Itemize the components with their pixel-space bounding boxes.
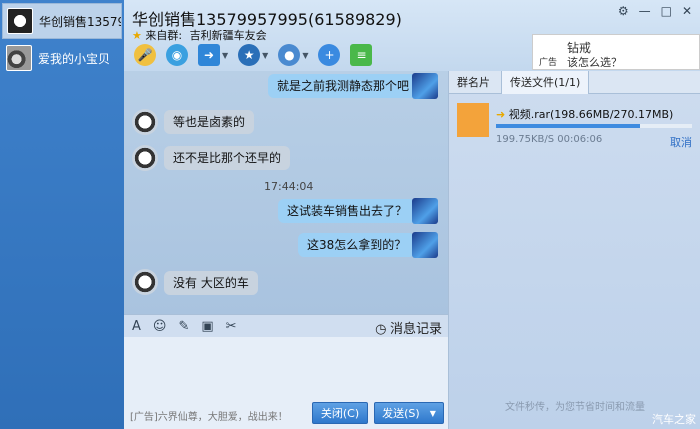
message-bubble: 这38怎么拿到的？ <box>298 233 416 257</box>
avatar[interactable] <box>132 269 158 295</box>
minimize-icon[interactable]: — <box>639 4 651 18</box>
group-member-icon[interactable]: ● <box>278 44 301 66</box>
chevron-down-icon[interactable]: ▼ <box>302 51 308 60</box>
send-button[interactable]: 发送(S) ▼ <box>374 402 444 424</box>
chat-header: 华创销售13579957995(61589829) ★ 来自群: 吉利新疆车友会… <box>124 0 700 71</box>
avatar[interactable] <box>132 109 158 135</box>
close-icon[interactable]: ✕ <box>682 4 692 18</box>
file-icon <box>457 103 489 137</box>
close-button[interactable]: 关闭(C) <box>312 402 368 424</box>
video-icon[interactable]: ◉ <box>166 44 188 66</box>
avatar[interactable] <box>412 232 438 258</box>
progress-fill <box>496 124 641 128</box>
chevron-down-icon[interactable]: ▼ <box>430 409 436 418</box>
contact-name: 爱我的小宝贝 <box>38 51 111 66</box>
ad-text[interactable]: [广告]六界仙尊，大胆爱，战出来！ <box>130 408 288 423</box>
group-name[interactable]: 吉利新疆车友会 <box>190 29 267 42</box>
side-panel: 群名片 传送文件(1/1) ➜ 视频.rar(198.66MB/270.17MB… <box>448 71 700 429</box>
message-area: 就是之前我测静态那个吧 等也是卤素的 还不是比那个还早的 17:44:04 这试… <box>124 71 448 314</box>
toolbar: 🎤 ◉ ➜ ▼ ★ ▼ ● ▼ + ≡ <box>134 44 373 66</box>
image-icon[interactable]: ▣ <box>201 319 213 334</box>
contact-item-2[interactable]: 爱我的小宝贝 <box>2 40 122 76</box>
message-bubble: 这试装车销售出去了？ <box>278 199 417 223</box>
watermark: 汽车之家 <box>652 413 696 426</box>
app-icon[interactable]: ≡ <box>350 44 373 66</box>
cancel-link[interactable]: 取消 <box>670 134 692 150</box>
contact-list: 华创销售13579957995 爱我的小宝贝 <box>0 0 124 429</box>
font-icon[interactable]: A <box>132 319 141 334</box>
message-input[interactable]: [广告]六界仙尊，大胆爱，战出来！ 关闭(C) 发送(S) ▼ <box>124 337 448 429</box>
tab-file-transfer[interactable]: 传送文件(1/1) <box>501 71 590 94</box>
send-file-icon[interactable]: ➜ <box>198 44 220 66</box>
contact-name: 华创销售13579957995 <box>39 14 121 29</box>
remote-assist-icon[interactable]: ★ <box>238 44 261 66</box>
timestamp: 17:44:04 <box>264 180 314 193</box>
input-toolbar: A ☺ ✎ ▣ ✂ ◷ 消息记录 <box>124 314 448 337</box>
chevron-down-icon[interactable]: ▼ <box>262 51 268 60</box>
screenshot-icon[interactable]: ✂ <box>226 319 237 334</box>
avatar[interactable] <box>412 73 438 99</box>
transfer-icon: ➜ <box>496 108 506 121</box>
avatar <box>6 45 32 71</box>
settings-icon[interactable]: ⚙ <box>618 4 629 18</box>
microphone-icon[interactable]: 🎤 <box>134 44 156 66</box>
panel-footer: 文件秒传，为您节省时间和流量 <box>505 402 645 413</box>
contact-item-1[interactable]: 华创销售13579957995 <box>2 3 122 39</box>
progress-bar <box>496 124 692 128</box>
message-bubble: 还不是比那个还早的 <box>164 146 291 170</box>
avatar[interactable] <box>132 145 158 171</box>
ad-banner[interactable]: 广告 钻戒 该怎么选？ <box>532 34 700 70</box>
emoji-icon[interactable]: ☺ <box>153 319 167 334</box>
clock-icon: ◷ <box>375 322 387 337</box>
message-bubble: 就是之前我测静态那个吧 <box>268 74 419 98</box>
chevron-down-icon[interactable]: ▼ <box>222 51 228 60</box>
window-controls: ⚙ — □ ✕ <box>618 4 692 18</box>
maximize-icon[interactable]: □ <box>661 4 672 18</box>
add-member-icon[interactable]: + <box>318 44 341 66</box>
message-bubble: 没有 大区的车 <box>164 271 258 295</box>
message-bubble: 等也是卤素的 <box>164 110 255 134</box>
tab-group-card[interactable]: 群名片 <box>449 71 498 94</box>
panel-tabs: 群名片 传送文件(1/1) <box>449 71 700 94</box>
file-name: ➜ 视频.rar(198.66MB/270.17MB) <box>496 108 674 121</box>
history-button[interactable]: ◷ 消息记录 <box>375 318 442 337</box>
edit-icon[interactable]: ✎ <box>178 319 189 334</box>
group-source: ★ 来自群: 吉利新疆车友会 <box>132 29 267 42</box>
avatar[interactable] <box>412 198 438 224</box>
transfer-speed: 199.75KB/S 00:06:06 <box>496 134 603 145</box>
star-icon: ★ <box>132 29 142 42</box>
avatar <box>7 8 33 34</box>
